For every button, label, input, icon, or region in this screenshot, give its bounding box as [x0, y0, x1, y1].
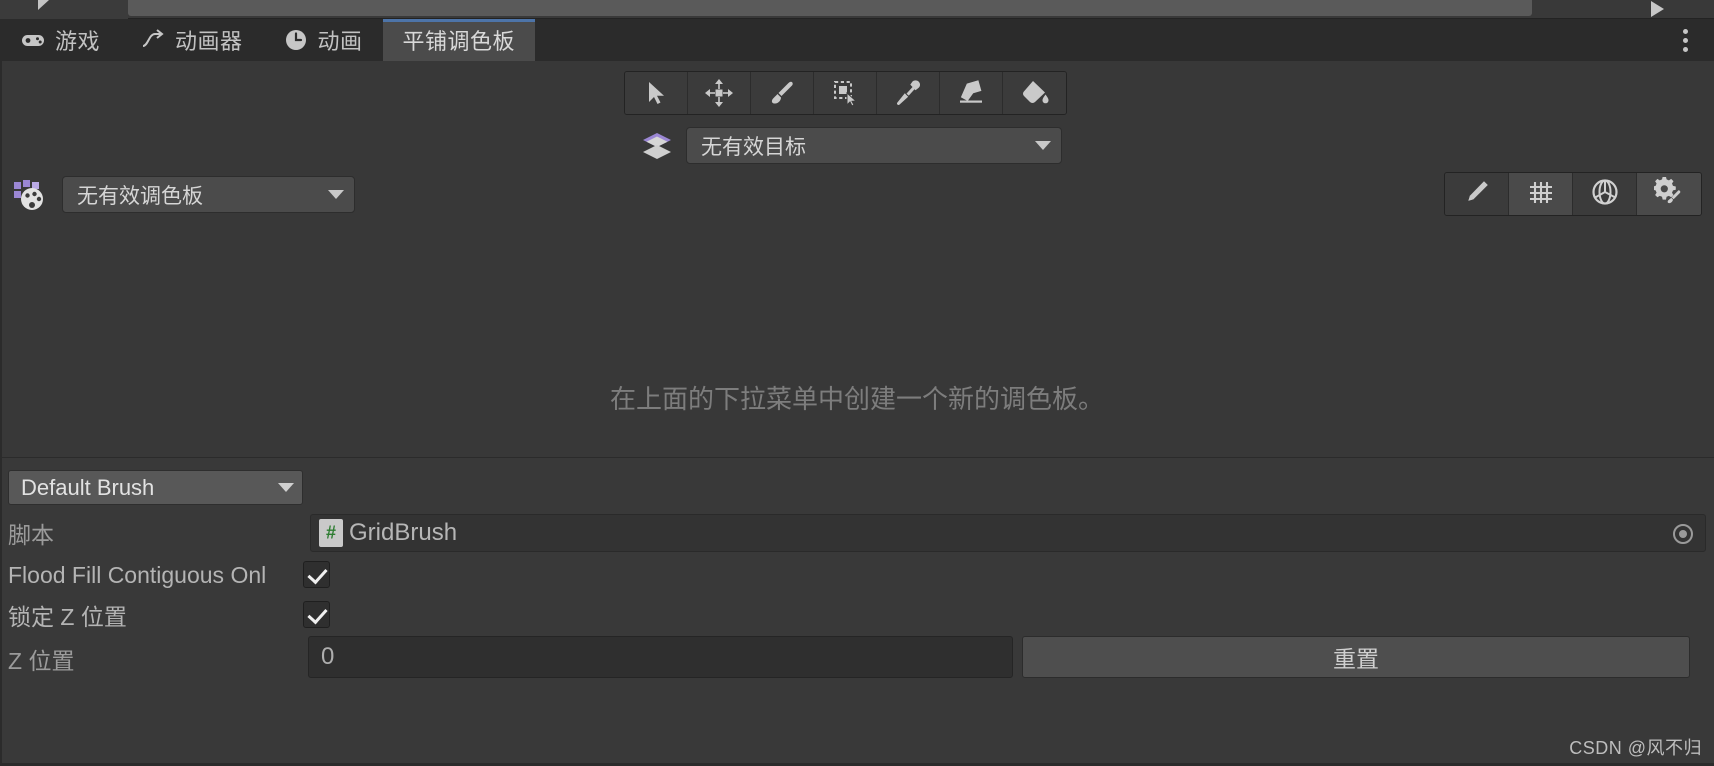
palette-view-options: [1444, 172, 1702, 216]
tab-label: 游戏: [55, 29, 101, 54]
top-strip-left-segment: [0, 0, 128, 19]
move-tool-button[interactable]: [688, 72, 751, 114]
edit-palette-button[interactable]: [1445, 173, 1509, 215]
palette-value: 无有效调色板: [77, 184, 203, 208]
eraser-icon: [956, 79, 986, 107]
tilemap-layers-icon: [640, 129, 674, 163]
flood-fill-label: Flood Fill Contiguous Onl: [8, 561, 267, 588]
top-strip-center-bar: [128, 0, 1532, 16]
script-object-field[interactable]: GridBrush: [310, 514, 1706, 552]
flood-fill-checkbox[interactable]: [303, 561, 330, 588]
play-arrow-icon[interactable]: [38, 0, 49, 10]
brush-inspector-panel: Default Brush 脚本 GridBrush Flood Fill Co…: [0, 457, 1714, 766]
clock-icon: [283, 27, 309, 53]
tab-list: 游戏 动画器 动画 平铺调色板: [0, 19, 536, 61]
gizmo-toggle-button[interactable]: [1573, 173, 1637, 215]
move-arrows-icon: [704, 78, 734, 108]
tilemap-tool-toolbar: [624, 71, 1067, 115]
editor-top-strip: [0, 0, 1714, 19]
active-target-row: 无有效目标: [640, 127, 1062, 164]
paint-tool-button[interactable]: [751, 72, 814, 114]
kebab-menu-icon[interactable]: [1672, 27, 1698, 53]
tile-palette-icon: [12, 178, 48, 212]
palette-selector-row: 无有效调色板: [12, 176, 355, 213]
cursor-arrow-icon: [643, 79, 669, 107]
gamepad-icon: [20, 27, 46, 53]
active-target-dropdown[interactable]: 无有效目标: [686, 127, 1062, 164]
flood-fill-row: Flood Fill Contiguous Onl: [0, 556, 1714, 594]
eyedropper-icon: [894, 79, 922, 107]
watermark: CSDN @风不归: [1569, 738, 1702, 758]
z-position-input[interactable]: 0: [308, 636, 1013, 678]
script-row: 脚本 GridBrush: [0, 514, 1714, 552]
brush-settings-button[interactable]: [1637, 173, 1701, 215]
pencil-icon: [1463, 178, 1491, 211]
z-position-row: Z 位置 0 重置: [0, 636, 1714, 682]
picker-tool-button[interactable]: [877, 72, 940, 114]
lock-z-row: 锁定 Z 位置: [0, 596, 1714, 634]
lock-z-label: 锁定 Z 位置: [8, 604, 127, 630]
tab-animation[interactable]: 动画: [263, 19, 383, 61]
window-tab-bar: 游戏 动画器 动画 平铺调色板: [0, 19, 1714, 61]
paint-bucket-icon: [1020, 79, 1050, 107]
erase-tool-button[interactable]: [940, 72, 1003, 114]
fill-tool-button[interactable]: [1003, 72, 1066, 114]
gear-brush-icon: [1652, 176, 1684, 212]
z-position-label: Z 位置: [8, 648, 75, 674]
box-fill-tool-button[interactable]: [814, 72, 877, 114]
tab-tile-palette[interactable]: 平铺调色板: [382, 19, 536, 61]
tab-label: 动画器: [175, 29, 243, 54]
chevron-down-icon: [328, 190, 344, 199]
paintbrush-icon: [768, 79, 796, 107]
reset-button[interactable]: 重置: [1022, 636, 1690, 678]
tab-label: 动画: [317, 29, 363, 54]
grid-toggle-button[interactable]: [1509, 173, 1573, 215]
window-left-edge: [0, 19, 2, 766]
grid-icon: [1527, 178, 1555, 211]
chevron-down-icon: [278, 483, 294, 492]
tab-animator[interactable]: 动画器: [120, 19, 263, 61]
tile-palette-window: 游戏 动画器 动画 平铺调色板 无有效目标 无有效调色板 在上面的下拉菜单中创建…: [0, 0, 1714, 766]
lock-z-checkbox[interactable]: [303, 601, 330, 628]
box-select-icon: [831, 79, 859, 107]
script-value: GridBrush: [349, 519, 458, 546]
csharp-script-icon: [319, 519, 343, 547]
chevron-down-icon: [1035, 141, 1051, 150]
brush-dropdown-value: Default Brush: [21, 474, 155, 500]
active-target-value: 无有效目标: [701, 135, 806, 159]
script-label: 脚本: [8, 522, 54, 548]
palette-body: 无有效目标 无有效调色板 在上面的下拉菜单中创建一个新的调色板。: [0, 61, 1714, 457]
play-button-icon[interactable]: [1651, 1, 1664, 17]
brush-dropdown[interactable]: Default Brush: [8, 470, 303, 505]
object-picker-icon[interactable]: [1673, 524, 1693, 544]
tab-game[interactable]: 游戏: [0, 19, 120, 61]
globe-gizmo-icon: [1590, 177, 1620, 212]
palette-dropdown[interactable]: 无有效调色板: [62, 176, 355, 213]
tab-label: 平铺调色板: [402, 29, 516, 54]
select-tool-button[interactable]: [625, 72, 688, 114]
animator-icon: [140, 27, 166, 53]
empty-palette-message: 在上面的下拉菜单中创建一个新的调色板。: [609, 384, 1104, 414]
